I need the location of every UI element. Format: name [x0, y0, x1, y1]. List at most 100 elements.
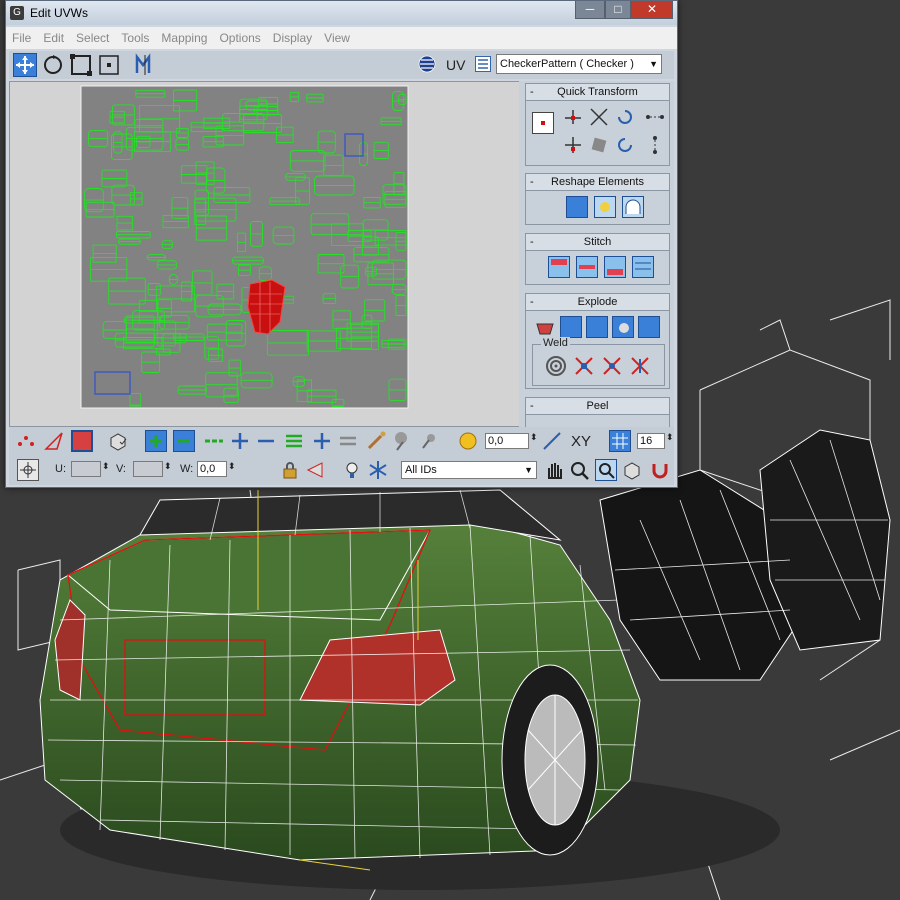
menu-options[interactable]: Options — [213, 27, 266, 49]
menu-select[interactable]: Select — [70, 27, 115, 49]
edge-mode-icon[interactable] — [43, 430, 65, 452]
falloff-spinner[interactable]: 0,0 — [485, 433, 529, 449]
straighten-icon[interactable] — [588, 134, 610, 156]
rotate-cw-icon[interactable] — [614, 106, 636, 128]
menu-view[interactable]: View — [318, 27, 356, 49]
collapse-toggle[interactable]: - — [530, 398, 534, 414]
menu-edit[interactable]: Edit — [37, 27, 70, 49]
rotate-icon[interactable] — [41, 53, 65, 77]
grid-spinner-icon[interactable]: ⬍ — [666, 432, 674, 443]
mirror-icon[interactable] — [133, 53, 157, 77]
grid-snap-icon[interactable] — [609, 430, 631, 452]
falloff-line-icon[interactable] — [541, 430, 563, 452]
texture-select[interactable]: CheckerPattern ( Checker ) ▼ — [496, 54, 662, 74]
explode-to-smoothing-icon[interactable] — [560, 316, 582, 338]
loop-select-icon[interactable] — [203, 430, 225, 452]
app-icon: G — [10, 6, 24, 20]
pivot-icon[interactable] — [532, 112, 554, 134]
relax-icon[interactable] — [594, 196, 616, 218]
menu-display[interactable]: Display — [267, 27, 318, 49]
globe-icon[interactable] — [417, 54, 437, 74]
ring-shrink-icon[interactable] — [337, 430, 359, 452]
flatten-by-polygon-icon[interactable] — [612, 316, 634, 338]
weld-target-icon[interactable] — [545, 355, 567, 377]
freeform-icon[interactable] — [97, 53, 121, 77]
v-field[interactable] — [133, 461, 163, 477]
polygon-mode-icon[interactable] — [71, 430, 93, 452]
magnet-icon[interactable] — [649, 459, 671, 481]
zoom-extents-icon[interactable] — [621, 459, 643, 481]
loop-grow-icon[interactable] — [229, 430, 251, 452]
loop-shrink-icon[interactable] — [255, 430, 277, 452]
lock-icon[interactable] — [279, 459, 301, 481]
texture-select-value: CheckerPattern ( Checker ) — [500, 58, 634, 70]
spacing-horizontal-icon[interactable] — [644, 106, 666, 128]
collapse-toggle[interactable]: - — [530, 234, 534, 250]
relax-settings-icon[interactable] — [622, 196, 644, 218]
texture-list-icon[interactable] — [475, 56, 491, 72]
ring-grow-icon[interactable] — [311, 430, 333, 452]
flatten-by-seam-icon[interactable] — [638, 316, 660, 338]
menu-file[interactable]: File — [6, 27, 37, 49]
ring-select-icon[interactable] — [283, 430, 305, 452]
explode-to-material-icon[interactable] — [586, 316, 608, 338]
minimize-button[interactable]: ─ — [575, 1, 605, 19]
spinner-arrows-icon[interactable]: ⬍ — [530, 432, 538, 443]
pan-icon[interactable] — [543, 459, 565, 481]
uv-editor-canvas[interactable] — [9, 81, 520, 427]
align-horizontal-icon[interactable] — [562, 106, 584, 128]
spacing-vertical-icon[interactable] — [644, 134, 666, 156]
maximize-button[interactable]: □ — [605, 1, 631, 19]
soft-selection-icon[interactable] — [457, 430, 479, 452]
title-bar[interactable]: G Edit UVWs ─ □ ✕ — [6, 1, 677, 25]
u-field[interactable] — [71, 461, 101, 477]
straighten-selection-icon[interactable] — [566, 196, 588, 218]
bottom-toolbar: 0,0 ⬍ XY 16 ⬍ U: ⬍ V: ⬍ W: 0,0 ⬍ All IDs… — [9, 427, 674, 485]
collapse-toggle[interactable]: - — [530, 294, 534, 310]
weld-all-icon[interactable] — [601, 355, 623, 377]
material-id-select[interactable]: All IDs ▼ — [401, 461, 537, 479]
stitch-to-source-icon[interactable] — [548, 256, 570, 278]
rotate-ccw-icon[interactable] — [614, 134, 636, 156]
paint-shrink-icon[interactable] — [417, 430, 439, 452]
u-spinner-icon[interactable]: ⬍ — [102, 461, 110, 472]
zoom-icon[interactable] — [569, 459, 591, 481]
grid-size-value: 16 — [640, 435, 653, 447]
v-spinner-icon[interactable]: ⬍ — [164, 461, 172, 472]
align-vertical-icon[interactable] — [562, 134, 584, 156]
menu-tools[interactable]: Tools — [115, 27, 155, 49]
xy-space-label[interactable]: XY — [571, 433, 591, 450]
w-spinner-icon[interactable]: ⬍ — [228, 461, 236, 472]
vertex-mode-icon[interactable] — [15, 430, 37, 452]
paint-select-icon[interactable] — [365, 430, 387, 452]
light-bulb-icon[interactable] — [341, 459, 363, 481]
break-icon[interactable] — [534, 316, 556, 338]
shrink-selection-icon[interactable] — [173, 430, 195, 452]
weld-group: Weld — [532, 337, 665, 386]
grow-selection-icon[interactable] — [145, 430, 167, 452]
w-field[interactable]: 0,0 — [197, 461, 227, 477]
window-title: Edit UVWs — [30, 6, 89, 20]
absolute-offset-icon[interactable] — [17, 459, 39, 481]
stitch-to-target-icon[interactable] — [604, 256, 626, 278]
paint-grow-icon[interactable] — [391, 430, 413, 452]
stitch-average-icon[interactable] — [576, 256, 598, 278]
snowflake-icon[interactable] — [367, 459, 389, 481]
align-diagonal-icon[interactable] — [588, 106, 610, 128]
element-mode-icon[interactable] — [107, 430, 129, 452]
weld-selected-icon[interactable] — [573, 355, 595, 377]
collapse-toggle[interactable]: - — [530, 174, 534, 190]
grid-size-field[interactable]: 16 — [637, 433, 665, 449]
w-value: 0,0 — [200, 463, 216, 475]
scale-icon[interactable] — [69, 53, 93, 77]
zoom-region-icon[interactable] — [595, 459, 617, 481]
weld-label: Weld — [541, 337, 570, 349]
weld-edges-icon[interactable] — [629, 355, 651, 377]
rollout-title: Reshape Elements — [551, 176, 644, 188]
menu-mapping[interactable]: Mapping — [155, 27, 213, 49]
stitch-settings-icon[interactable] — [632, 256, 654, 278]
hide-icon[interactable] — [305, 459, 327, 481]
move-icon[interactable] — [13, 53, 37, 77]
collapse-toggle[interactable]: - — [530, 84, 534, 100]
close-button[interactable]: ✕ — [631, 1, 673, 19]
